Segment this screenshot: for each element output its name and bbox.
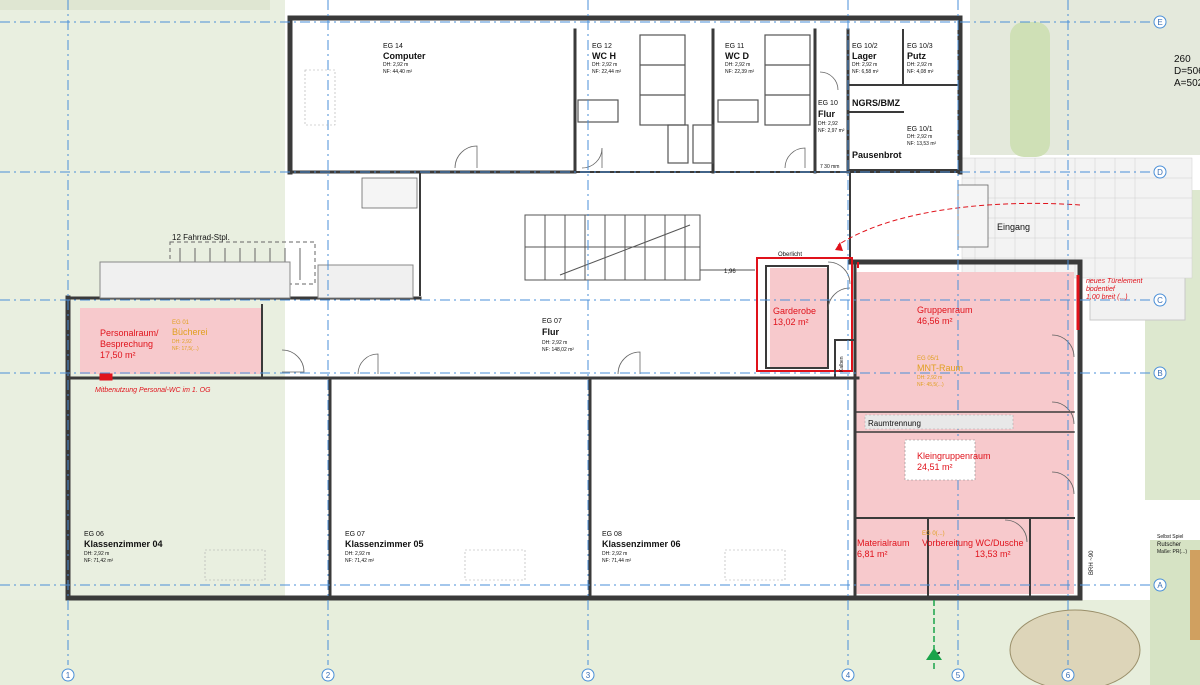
klein-area: 24,51 m² — [917, 462, 953, 472]
flur-id: EG 07 — [542, 318, 562, 325]
gruppen-name: Gruppenraum — [917, 305, 973, 315]
mitbenutzung-label: Mitbenutzung Personal-WC im 1. OG — [95, 387, 211, 394]
material-name: Materialraum — [857, 538, 910, 548]
eg11-name: WC D — [725, 51, 749, 61]
eg07-name: Klassenzimmer 05 — [345, 539, 424, 549]
axis-number-label: 6 — [1066, 671, 1071, 680]
garderobe-area: 13,02 m² — [773, 317, 809, 327]
mnt-id: EG 05/1 — [917, 356, 940, 362]
survey-line-2: D=506,54 — [1174, 66, 1200, 77]
eg10-dh: DH: 2,92 — [818, 121, 838, 127]
exterior-stair — [361, 177, 989, 248]
pr-note-label: 7 30 mm — [820, 164, 839, 170]
material-area: 6,81 m² — [857, 549, 888, 559]
mnt-name: MNT-Raum — [917, 363, 963, 373]
eg07-nf: NF: 71,42 m² — [345, 558, 375, 564]
eg11-nf: NF: 22,39 m² — [725, 69, 755, 75]
axis-letter-label: D — [1157, 168, 1163, 177]
garderobe-name: Garderobe — [773, 306, 816, 316]
mnt-dh: DH: 2,92 m — [917, 375, 942, 381]
ngrs-name: NGRS/BMZ — [852, 98, 900, 108]
vorbereitung-id: EG 0(...) — [922, 531, 945, 537]
eg14-name: Computer — [383, 51, 426, 61]
axis-number-label: 5 — [956, 671, 961, 680]
axis-number-label: 4 — [846, 671, 851, 680]
dim-label: 1,96 — [724, 269, 736, 275]
vorbereitung-name: Vorbereitung WC/Dusche — [922, 538, 1024, 548]
kalkwand-label: Kalben — [839, 356, 845, 372]
eg11-id: EG 11 — [725, 43, 744, 50]
axis-letter-label: C — [1157, 296, 1163, 305]
axis-letter-label: B — [1157, 369, 1162, 378]
eg10-nf: NF: 2,97 m² — [818, 128, 845, 134]
eg08-nf: NF: 71,44 m² — [602, 558, 632, 564]
eg12-nf: NF: 22,44 m² — [592, 69, 622, 75]
eg102-nf: NF: 6,58 m² — [852, 69, 879, 75]
klein-name: Kleingruppenraum — [917, 451, 991, 461]
axis-number-label: 2 — [326, 671, 331, 680]
mnt-nf: NF: 45,5(...) — [917, 382, 944, 388]
floor-plan-canvas: 1 2 3 4 5 6 E D C B A EG 14 Computer DH: 2,92 m NF… — [0, 0, 1200, 685]
axis-letter-label: E — [1157, 18, 1162, 27]
personal-name1: Personalraum/ — [100, 328, 159, 338]
eg14-dh: DH: 2,92 m — [383, 62, 408, 68]
eg12-dh: DH: 2,92 m — [592, 62, 617, 68]
eg101-dh: DH: 2,92 m — [907, 134, 932, 140]
eg102-dh: DH: 2,92 m — [852, 62, 877, 68]
axis-letter-label: A — [1157, 581, 1163, 590]
masse-label: Maße: PR(...) — [1157, 549, 1187, 555]
vorbereitung-area: 13,53 m² — [975, 549, 1011, 559]
eg10-id: EG 10 — [818, 100, 838, 107]
survey-line-1: 260 — [1174, 54, 1191, 65]
eingang-label: Eingang — [997, 222, 1030, 232]
gruppen-area: 46,56 m² — [917, 316, 953, 326]
oberlicht-label: Oberlicht — [778, 252, 802, 258]
flur-name: Flur — [542, 327, 559, 337]
eg12-id: EG 12 — [592, 43, 612, 50]
eg12-name: WC H — [592, 51, 616, 61]
eg07-id: EG 07 — [345, 531, 365, 538]
personal-area: 17,50 m² — [100, 350, 136, 360]
eg102-name: Lager — [852, 51, 877, 61]
buecherei-nf: NF: 17,5(...) — [172, 346, 199, 352]
eg103-name: Putz — [907, 51, 926, 61]
buecherei-id: EG 01 — [172, 320, 190, 326]
selbst-label: Selbst Spiel — [1157, 534, 1183, 540]
raumtrennung-label: Raumtrennung — [868, 419, 921, 428]
flur-nf: NF: 148,02 m² — [542, 347, 574, 353]
axis-number-label: 1 — [66, 671, 71, 680]
eg08-dh: DH: 2,92 m — [602, 551, 627, 557]
buecherei-name: Bücherei — [172, 327, 208, 337]
eg14-nf: NF: 44,40 m² — [383, 69, 413, 75]
tuerelement-label: neues Türelement — [1086, 278, 1143, 285]
eg06-nf: NF: 71,42 m² — [84, 558, 114, 564]
eg07-dh: DH: 2,92 m — [345, 551, 370, 557]
staircase — [524, 214, 755, 281]
eg11-dh: DH: 2,92 m — [725, 62, 750, 68]
eg06-name: Klassenzimmer 04 — [84, 539, 163, 549]
eg103-dh: DH: 2,92 m — [907, 62, 932, 68]
eg101-nf: NF: 13,53 m² — [907, 141, 937, 147]
eg103-id: EG 10/3 — [907, 43, 933, 50]
eg06-id: EG 06 — [84, 531, 104, 538]
axis-number-label: 3 — [586, 671, 591, 680]
fahrrad-label: 12 Fahrrad-Stpl. — [172, 233, 230, 242]
eg103-nf: NF: 4,08 m² — [907, 69, 934, 75]
eg08-name: Klassenzimmer 06 — [602, 539, 681, 549]
rutscher-label: Rutscher — [1157, 542, 1181, 548]
brh-label: BRH ~90 — [1089, 550, 1095, 575]
pausenbrot-name: Pausenbrot — [852, 150, 902, 160]
buecherei-dh: DH: 2,92 — [172, 339, 192, 345]
eg102-id: EG 10/2 — [852, 43, 878, 50]
eg101-id: EG 10/1 — [907, 126, 933, 133]
eg08-id: EG 08 — [602, 531, 622, 538]
bodentief-label: bodentief — [1086, 286, 1116, 293]
eg06-dh: DH: 2,92 m — [84, 551, 109, 557]
personal-name2: Besprechung — [100, 339, 153, 349]
survey-line-3: A=502,32 — [1174, 78, 1200, 89]
eg10-name: Flur — [818, 109, 835, 119]
flur-dh: DH: 2,92 m — [542, 340, 567, 346]
eg14-id: EG 14 — [383, 43, 403, 50]
breite-label: 1,00 breit (...) — [1086, 294, 1128, 301]
